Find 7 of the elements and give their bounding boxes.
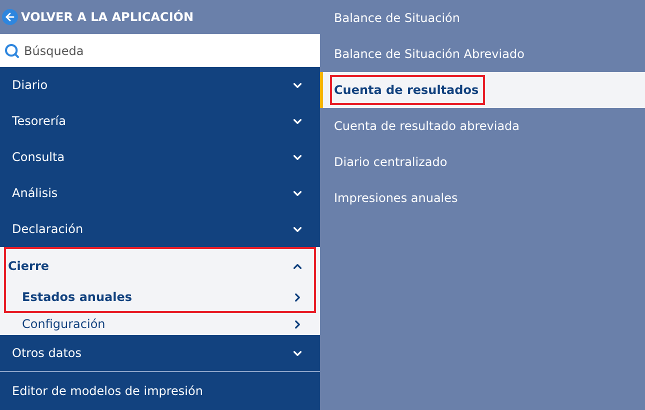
search-icon	[4, 42, 20, 58]
report-item[interactable]: Impresiones anuales	[320, 180, 645, 216]
report-item[interactable]: Balance de Situación Abreviado	[320, 36, 645, 72]
report-item[interactable]: Cuenta de resultado abreviada	[320, 108, 645, 144]
report-item[interactable]: Cuenta de resultados	[320, 72, 645, 108]
report-item[interactable]: Balance de Situación	[320, 0, 645, 36]
report-item[interactable]: Diario centralizado	[320, 144, 645, 180]
